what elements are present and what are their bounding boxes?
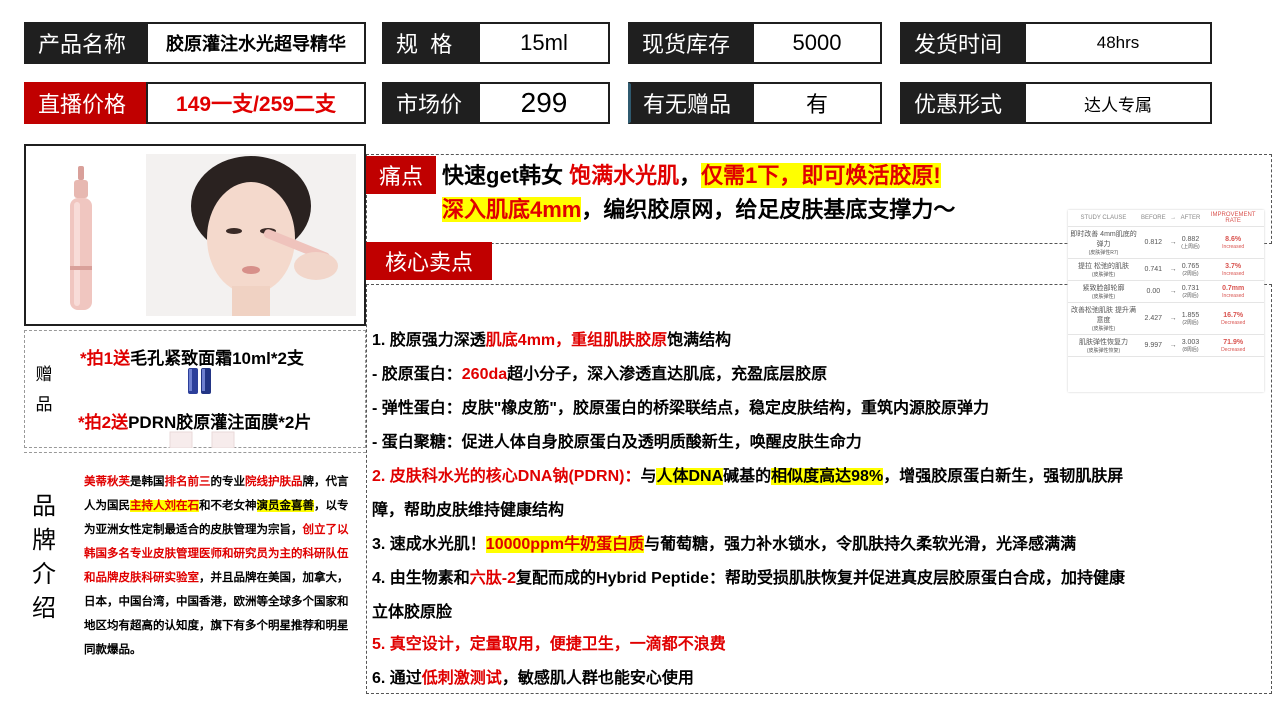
brand-side-label: 品 牌 介 绍 — [32, 493, 56, 622]
study-header: → — [1167, 210, 1179, 227]
product-name-label: 产品名称 — [24, 22, 146, 64]
stock-value: 5000 — [752, 22, 882, 64]
selling-point-2: 2. 皮肤科水光的核心DNA钠(PDRN)：与人体DNA碱基的相似度高达98%，… — [372, 468, 1124, 485]
face-mask-image — [169, 431, 235, 448]
selling-point-4-cont: 立体胶原脸 — [372, 604, 453, 621]
core-selling-tag: 核心卖点 — [366, 242, 492, 280]
live-price-value: 149一支/259二支 — [146, 82, 366, 124]
product-name-value: 胶原灌注水光超导精华 — [146, 22, 366, 64]
study-results-table: STUDY CLAUSE BEFORE → AFTER IMPROVEMENT … — [1068, 210, 1264, 392]
brand-description: 美蒂秋芙是韩国排名前三的专业院线护肤品牌，代言人为国民主持人刘在石和不老女神演员… — [84, 476, 349, 656]
study-header: BEFORE — [1138, 210, 1168, 227]
gift-side-label: 赠 品 — [35, 365, 53, 414]
study-row: 改善松弛肌肤 提升满意度 (皮肤弹性) 2.427 → 1.855 (2周后) 16.… — [1068, 302, 1264, 335]
study-row: 肌肤弹性恢复力 (皮肤弹性恢复) 9.997 → 3.003 (8周后) 71.9% D… — [1068, 334, 1264, 357]
selling-point-6: 6. 通过低刺激测试，敏感肌人群也能安心使用 — [372, 670, 694, 687]
selling-point-1-proteoglycan: - 蛋白聚糖：促进人体自身胶原蛋白及透明质酸新生，唤醒皮肤生命力 — [372, 434, 862, 451]
study-row: 即时改善 4mm肌底的弹力 (皮肤弹性R7) 0.812 → 0.882 (上周后) … — [1068, 226, 1264, 259]
ship-time-value: 48hrs — [1024, 22, 1212, 64]
pain-point-line-1: 快速get韩女 饱满水光肌，仅需1下，即可焕活胶原! — [442, 163, 941, 188]
selling-point-2-cont: 障，帮助皮肤维持健康结构 — [372, 502, 565, 519]
selling-point-4: 4. 由生物素和六肽-2复配而成的Hybrid Peptide：帮助受损肌肤恢复… — [372, 570, 1125, 587]
selling-point-3: 3. 速成水光肌！10000ppm牛奶蛋白质与葡萄糖，强力补水锁水，令肌肤持久柔… — [372, 536, 1077, 553]
pain-point-line-2: 深入肌底4mm，编织胶原网，给足皮肤基底支撑力～ — [442, 197, 956, 222]
study-row: 提拉 松弛的肌肤 (皮肤弹性) 0.741 → 0.765 (2周后) 3.7% Inc… — [1068, 258, 1264, 281]
product-image-frame — [24, 144, 366, 326]
selling-point-1-elastin: - 弹性蛋白：皮肤"橡皮筋"，胶原蛋白的桥梁联结点，稳定皮肤结构，重筑内源胶原弹… — [372, 400, 989, 417]
selling-point-1: 1. 胶原强力深透肌底4mm，重组肌肤胶原饱满结构 — [372, 332, 732, 349]
study-header: IMPROVEMENT RATE — [1202, 210, 1264, 227]
model-face-photo — [146, 154, 356, 316]
study-header: AFTER — [1178, 210, 1203, 227]
selling-point-1-collagen: - 胶原蛋白：260da超小分子，深入渗透直达肌底，充盈底层胶原 — [372, 366, 828, 383]
pain-point-tag: 痛点 — [366, 156, 436, 194]
gift-available-label: 有无赠品 — [628, 82, 752, 124]
stock-label: 现货库存 — [628, 22, 752, 64]
product-photo — [70, 154, 356, 316]
discount-type-value: 达人专属 — [1024, 82, 1212, 124]
spec-value: 15ml — [478, 22, 610, 64]
face-cream-tubes-image — [188, 368, 211, 394]
live-price-label: 直播价格 — [24, 82, 146, 124]
selling-point-5: 5. 真空设计，定量取用，便捷卫生，一滴都不浪费 — [372, 636, 726, 653]
ship-time-label: 发货时间 — [900, 22, 1024, 64]
discount-type-label: 优惠形式 — [900, 82, 1024, 124]
spec-label: 规 格 — [382, 22, 478, 64]
gift-available-value: 有 — [752, 82, 882, 124]
study-header: STUDY CLAUSE — [1068, 210, 1139, 227]
study-row: 紧致脸部轮廓 (皮肤弹性) 0.00 → 0.731 (2周后) 0.7mm Incre… — [1068, 280, 1264, 303]
serum-pen-image — [70, 166, 92, 310]
market-price-value: 299 — [478, 82, 610, 124]
market-price-label: 市场价 — [382, 82, 478, 124]
